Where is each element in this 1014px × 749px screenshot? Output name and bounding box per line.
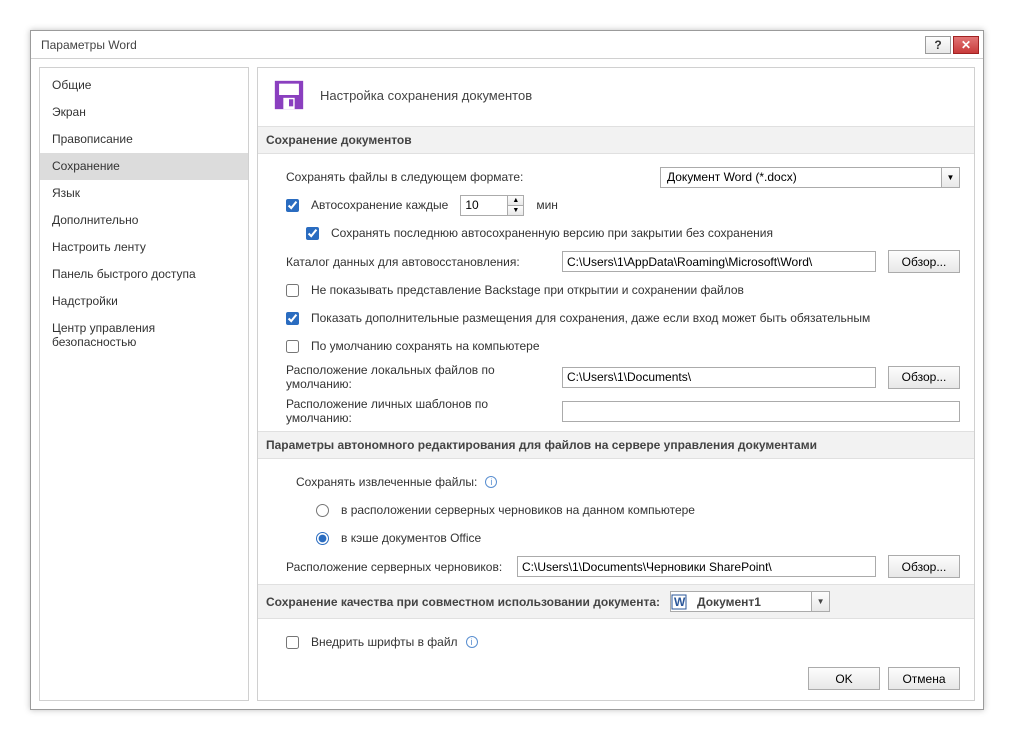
default-local-label: По умолчанию сохранять на компьютере	[311, 339, 540, 353]
sidebar-item-customize-ribbon[interactable]: Настроить ленту	[40, 234, 248, 261]
main-panel: Настройка сохранения документов Сохранен…	[257, 67, 975, 701]
dialog-footer: OK Отмена	[258, 657, 974, 700]
recovery-dir-label: Каталог данных для автовосстановления:	[286, 255, 556, 269]
close-button[interactable]: ✕	[953, 36, 979, 54]
autosave-checkbox[interactable]	[286, 199, 299, 212]
ok-button[interactable]: OK	[808, 667, 880, 690]
sidebar-item-trust-center[interactable]: Центр управления безопасностью	[40, 315, 248, 356]
save-icon	[272, 78, 306, 112]
titlebar: Параметры Word ? ✕	[31, 31, 983, 59]
recovery-dir-browse-button[interactable]: Обзор...	[888, 250, 960, 273]
chevron-down-icon: ▼	[811, 592, 829, 611]
info-icon[interactable]: i	[485, 476, 497, 488]
word-options-dialog: Параметры Word ? ✕ Общие Экран Правописа…	[30, 30, 984, 710]
autosave-unit: мин	[536, 198, 558, 212]
svg-text:W: W	[674, 595, 686, 609]
sidebar-item-advanced[interactable]: Дополнительно	[40, 207, 248, 234]
default-local-checkbox[interactable]	[286, 340, 299, 353]
chevron-down-icon: ▼	[941, 168, 959, 187]
preserve-fidelity-doc-select[interactable]: W Документ1▼	[670, 591, 830, 612]
extracted-cache-label: в кэше документов Office	[341, 531, 481, 545]
server-drafts-label: Расположение серверных черновиков:	[286, 560, 511, 574]
local-files-browse-button[interactable]: Обзор...	[888, 366, 960, 389]
local-files-input[interactable]	[562, 367, 876, 388]
sidebar-item-save[interactable]: Сохранение	[40, 153, 248, 180]
cancel-button[interactable]: Отмена	[888, 667, 960, 690]
embed-fonts-label: Внедрить шрифты в файл	[311, 635, 458, 649]
sidebar-item-general[interactable]: Общие	[40, 72, 248, 99]
category-sidebar: Общие Экран Правописание Сохранение Язык…	[39, 67, 249, 701]
page-title: Настройка сохранения документов	[320, 88, 532, 103]
word-doc-icon: W	[671, 594, 687, 610]
autosave-interval-input[interactable]	[460, 195, 508, 216]
info-icon[interactable]: i	[466, 636, 478, 648]
templates-input[interactable]	[562, 401, 960, 422]
show-extra-locations-checkbox[interactable]	[286, 312, 299, 325]
section-preserve-fidelity: Сохранение качества при совместном испол…	[258, 584, 974, 619]
no-backstage-checkbox[interactable]	[286, 284, 299, 297]
help-button[interactable]: ?	[925, 36, 951, 54]
section-offline-editing: Параметры автономного редактирования для…	[258, 431, 974, 459]
local-files-label: Расположение локальных файлов по умолчан…	[286, 363, 556, 391]
sidebar-item-proofing[interactable]: Правописание	[40, 126, 248, 153]
recovery-dir-input[interactable]	[562, 251, 876, 272]
preserve-fidelity-label: Сохранение качества при совместном испол…	[266, 595, 660, 609]
templates-label: Расположение личных шаблонов по умолчани…	[286, 397, 556, 425]
save-extracted-label: Сохранять извлеченные файлы:	[296, 475, 477, 489]
sidebar-item-addins[interactable]: Надстройки	[40, 288, 248, 315]
autosave-spinner[interactable]: ▲▼	[508, 195, 524, 216]
no-backstage-label: Не показывать представление Backstage пр…	[311, 283, 744, 297]
server-drafts-input[interactable]	[517, 556, 876, 577]
keep-last-autosave-label: Сохранять последнюю автосохраненную верс…	[331, 226, 773, 240]
embed-fonts-checkbox[interactable]	[286, 636, 299, 649]
save-format-label: Сохранять файлы в следующем формате:	[286, 170, 523, 184]
sidebar-item-language[interactable]: Язык	[40, 180, 248, 207]
section-save-documents: Сохранение документов	[258, 126, 974, 154]
extracted-cache-radio[interactable]	[316, 532, 329, 545]
sidebar-item-quick-access[interactable]: Панель быстрого доступа	[40, 261, 248, 288]
save-format-select[interactable]: Документ Word (*.docx)▼	[660, 167, 960, 188]
keep-last-autosave-checkbox[interactable]	[306, 227, 319, 240]
show-extra-locations-label: Показать дополнительные размещения для с…	[311, 311, 870, 325]
server-drafts-browse-button[interactable]: Обзор...	[888, 555, 960, 578]
autosave-label: Автосохранение каждые	[311, 198, 448, 212]
extracted-server-label: в расположении серверных черновиков на д…	[341, 503, 695, 517]
window-title: Параметры Word	[41, 38, 137, 52]
sidebar-item-display[interactable]: Экран	[40, 99, 248, 126]
extracted-server-radio[interactable]	[316, 504, 329, 517]
